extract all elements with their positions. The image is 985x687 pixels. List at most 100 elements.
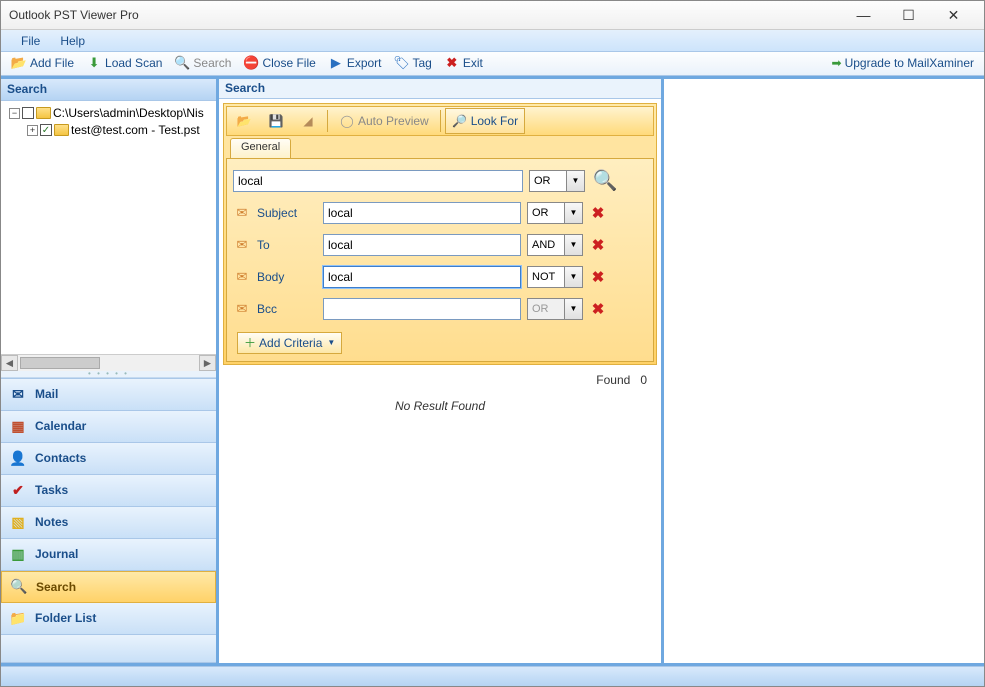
chevron-down-icon[interactable]: ▼ <box>565 234 583 256</box>
tree-child[interactable]: + test@test.com - Test.pst <box>3 122 214 139</box>
bcc-operator-combo[interactable]: OR ▼ <box>527 298 583 320</box>
separator <box>440 110 441 132</box>
bcc-input[interactable] <box>323 298 521 320</box>
nav-calendar[interactable]: ▦ Calendar <box>1 411 216 443</box>
envelope-icon: ✉ <box>233 301 251 317</box>
criteria-row-body: ✉ Body NOT ▼ ✖ <box>233 265 647 289</box>
close-button[interactable]: ✕ <box>931 1 976 29</box>
remove-criteria-button[interactable]: ✖ <box>589 300 607 318</box>
nav-mail[interactable]: ✉Mail <box>1 379 216 411</box>
main-search-input[interactable] <box>233 170 523 192</box>
body-operator-value: NOT <box>527 266 565 288</box>
contacts-icon: 👤 <box>9 449 27 467</box>
add-criteria-button[interactable]: ＋ Add Criteria ▼ <box>237 332 342 354</box>
subject-operator-value: OR <box>527 202 565 224</box>
load-scan-button[interactable]: ⬇Load Scan <box>80 52 168 74</box>
minimize-button[interactable]: — <box>841 1 886 29</box>
menu-help[interactable]: Help <box>50 32 95 50</box>
upgrade-button[interactable]: ➡Upgrade to MailXaminer <box>826 54 980 72</box>
search-button-toolbar[interactable]: 🔍Search <box>168 52 237 74</box>
exit-icon: ✖ <box>444 55 460 71</box>
folder-icon <box>36 107 51 119</box>
tag-icon: 🏷 <box>394 55 410 71</box>
main-operator-value: OR <box>529 170 567 192</box>
nav-tasks[interactable]: ✔Tasks <box>1 475 216 507</box>
body-operator-combo[interactable]: NOT ▼ <box>527 266 583 288</box>
close-file-button[interactable]: ⛔Close File <box>237 52 321 74</box>
horizontal-scrollbar[interactable]: ◄ ► <box>1 354 216 371</box>
look-for-label: Look For <box>471 114 518 128</box>
load-scan-label: Load Scan <box>105 56 162 70</box>
clear-search-button[interactable]: ◢ <box>293 108 323 134</box>
look-for-button[interactable]: 🔎Look For <box>445 108 525 134</box>
checkbox-checked[interactable] <box>40 124 52 136</box>
maximize-button[interactable]: ☐ <box>886 1 931 29</box>
calendar-icon: ▦ <box>9 417 27 435</box>
add-file-button[interactable]: 📂Add File <box>5 52 80 74</box>
subject-input[interactable] <box>323 202 521 224</box>
criteria-panel: OR ▼ 🔍 ✉ Subject OR ▼ ✖ ✉ <box>226 158 654 362</box>
tree-area: − C:\Users\admin\Desktop\Nis + test@test… <box>1 101 216 371</box>
criteria-row-bcc: ✉ Bcc OR ▼ ✖ <box>233 297 647 321</box>
main-operator-combo[interactable]: OR ▼ <box>529 170 585 192</box>
tree-root[interactable]: − C:\Users\admin\Desktop\Nis <box>3 105 214 122</box>
auto-preview-button[interactable]: ◯Auto Preview <box>332 108 436 134</box>
found-bar: Found 0 <box>219 369 661 389</box>
open-search-button[interactable]: 📂 <box>229 108 259 134</box>
center-pane: Search 📂 💾 ◢ ◯Auto Preview 🔎Look For Gen… <box>219 79 664 663</box>
tabbar: General <box>226 136 654 158</box>
upgrade-icon: ➡ <box>832 56 842 70</box>
scroll-right-arrow[interactable]: ► <box>199 355 216 371</box>
run-search-button[interactable]: 🔍 <box>591 169 619 193</box>
exit-button[interactable]: ✖Exit <box>438 52 489 74</box>
eraser-icon: ◢ <box>300 113 316 129</box>
export-label: Export <box>347 56 382 70</box>
folder-list-icon: 📁 <box>9 609 27 627</box>
auto-preview-icon: ◯ <box>339 113 355 129</box>
main-area: Search − C:\Users\admin\Desktop\Nis + te… <box>1 76 984 666</box>
to-operator-combo[interactable]: AND ▼ <box>527 234 583 256</box>
journal-icon: ▥ <box>9 545 27 563</box>
body-input[interactable] <box>323 266 521 288</box>
save-search-button[interactable]: 💾 <box>261 108 291 134</box>
collapse-icon[interactable]: − <box>9 108 20 119</box>
nav-calendar-label: Calendar <box>35 419 86 433</box>
search-label: Search <box>193 56 231 70</box>
chevron-down-icon[interactable]: ▼ <box>565 298 583 320</box>
nav-search[interactable]: 🔍Search <box>1 571 216 603</box>
tab-general[interactable]: General <box>230 138 291 158</box>
remove-criteria-button[interactable]: ✖ <box>589 236 607 254</box>
nav-notes[interactable]: ▧Notes <box>1 507 216 539</box>
save-icon: 💾 <box>268 113 284 129</box>
chevron-down-icon[interactable]: ▼ <box>565 266 583 288</box>
chevron-down-icon[interactable]: ▼ <box>565 202 583 224</box>
splitter-gripper[interactable]: • • • • • <box>1 371 216 378</box>
criteria-row-subject: ✉ Subject OR ▼ ✖ <box>233 201 647 225</box>
to-input[interactable] <box>323 234 521 256</box>
export-button[interactable]: ▶Export <box>322 52 388 74</box>
nav-folder-list[interactable]: 📁Folder List <box>1 603 216 635</box>
checkbox-unchecked[interactable] <box>22 107 34 119</box>
nav-buttons: ✉Mail ▦Calendar 👤Contacts ✔Tasks ▧Notes … <box>1 378 216 663</box>
subject-operator-combo[interactable]: OR ▼ <box>527 202 583 224</box>
expand-icon[interactable]: + <box>27 125 38 136</box>
tag-button[interactable]: 🏷Tag <box>388 52 438 74</box>
nav-journal[interactable]: ▥Journal <box>1 539 216 571</box>
nav-contacts[interactable]: 👤Contacts <box>1 443 216 475</box>
remove-criteria-button[interactable]: ✖ <box>589 204 607 222</box>
nav-notes-label: Notes <box>35 515 68 529</box>
export-icon: ▶ <box>328 55 344 71</box>
scroll-thumb[interactable] <box>20 357 100 369</box>
remove-criteria-button[interactable]: ✖ <box>589 268 607 286</box>
criteria-label: Subject <box>257 206 317 220</box>
envelope-icon: ✉ <box>233 237 251 253</box>
scroll-left-arrow[interactable]: ◄ <box>1 355 18 371</box>
chevron-down-icon[interactable]: ▼ <box>567 170 585 192</box>
search-panel: 📂 💾 ◢ ◯Auto Preview 🔎Look For General OR… <box>223 103 657 365</box>
envelope-icon: ✉ <box>233 205 251 221</box>
menubar: File Help <box>1 30 984 52</box>
main-search-row: OR ▼ 🔍 <box>233 169 647 193</box>
menu-file[interactable]: File <box>11 32 50 50</box>
bcc-operator-value: OR <box>527 298 565 320</box>
look-for-icon: 🔎 <box>452 113 468 129</box>
